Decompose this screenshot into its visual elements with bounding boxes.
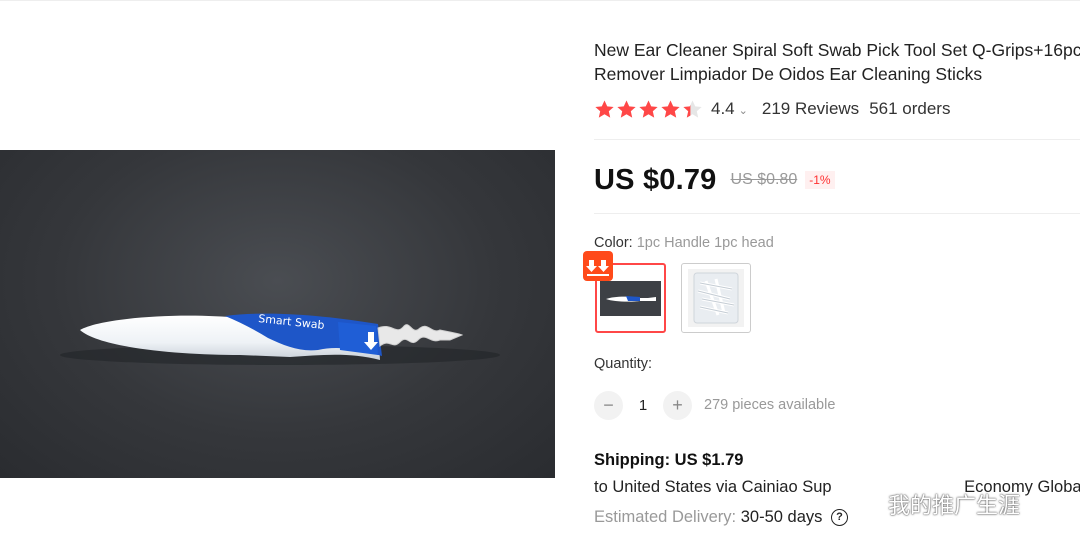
down-arrow-badge-icon xyxy=(583,251,613,281)
watermark: 我的推广生涯 xyxy=(842,488,1020,520)
watermark-text: 我的推广生涯 xyxy=(888,494,1021,519)
star-icon xyxy=(617,100,636,118)
product-title: New Ear Cleaner Spiral Soft Swab Pick To… xyxy=(594,38,1080,86)
product-main-image[interactable]: Smart Swab xyxy=(0,150,555,478)
swatch-image-handle xyxy=(600,281,661,316)
discount-badge: -1% xyxy=(805,171,835,189)
color-label: Color: 1pc Handle 1pc head xyxy=(594,235,774,251)
minus-icon[interactable]: − xyxy=(594,390,623,420)
chevron-down-icon[interactable]: ⌄ xyxy=(739,104,748,117)
rating-row: 4.4 ⌄ 219 Reviews 561 orders xyxy=(594,98,950,120)
shipping-route-text: to United States via Cainiao Sup xyxy=(594,478,832,496)
divider xyxy=(594,139,1080,140)
plus-icon[interactable]: + xyxy=(663,390,692,420)
rating-stars xyxy=(594,99,703,120)
stock-available: 279 pieces available xyxy=(704,397,836,413)
star-icon xyxy=(639,100,658,118)
star-icon xyxy=(683,100,702,118)
color-option-swab-heads[interactable] xyxy=(681,263,751,333)
price-row: US $0.79 US $0.80 -1% xyxy=(594,162,835,198)
current-price: US $0.79 xyxy=(594,163,717,196)
eta-label: Estimated Delivery: xyxy=(594,508,737,526)
color-label-text: Color: xyxy=(594,235,633,251)
star-icon xyxy=(661,100,680,118)
rating-value[interactable]: 4.4 xyxy=(711,99,735,119)
orders-count: 561 orders xyxy=(869,99,951,118)
swatch-image-heads xyxy=(688,269,744,327)
ear-cleaner-photo: Smart Swab xyxy=(60,312,500,365)
quantity-stepper: − 1 + 279 pieces available xyxy=(594,390,835,420)
product-title-line2: Remover Limpiador De Oidos Ear Cleaning … xyxy=(594,64,983,84)
color-selected-value: 1pc Handle 1pc head xyxy=(636,235,774,251)
product-title-line1: New Ear Cleaner Spiral Soft Swab Pick To… xyxy=(594,40,1080,60)
wechat-icon xyxy=(844,492,879,516)
star-icon xyxy=(595,100,614,118)
top-divider xyxy=(0,0,1080,1)
original-price: US $0.80 xyxy=(730,171,798,188)
quantity-input[interactable]: 1 xyxy=(623,397,663,414)
estimated-delivery: Estimated Delivery: 30-50 days ? xyxy=(594,508,848,527)
shipping-price: Shipping: US $1.79 xyxy=(594,451,744,469)
eta-value: 30-50 days xyxy=(740,508,823,526)
quantity-label: Quantity: xyxy=(594,356,653,372)
divider xyxy=(594,213,1080,214)
reviews-link[interactable]: 219 Reviews xyxy=(762,99,859,119)
